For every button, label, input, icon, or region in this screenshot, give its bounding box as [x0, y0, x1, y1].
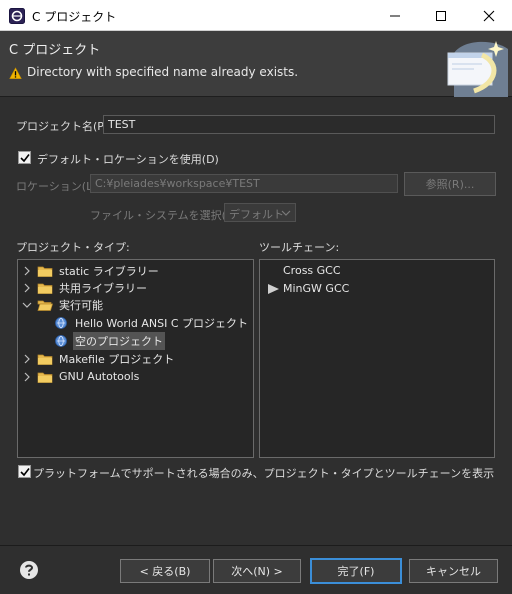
close-button[interactable]: [466, 0, 512, 31]
open-folder-icon: [37, 300, 53, 311]
filesystem-select[interactable]: デフォルト: [224, 203, 296, 222]
back-button[interactable]: < 戻る(B): [120, 559, 210, 583]
help-icon[interactable]: [19, 560, 39, 580]
tree-item-static-library[interactable]: static ライブラリー: [21, 262, 161, 279]
chevron-right-icon[interactable]: [21, 282, 33, 294]
chevron-down-icon: [281, 210, 291, 216]
browse-button[interactable]: 参照(R)...: [404, 172, 496, 196]
page-title: C プロジェクト: [9, 43, 101, 58]
chevron-right-icon[interactable]: [21, 371, 33, 383]
toolchain-item-mingw-gcc[interactable]: MinGW GCC: [267, 280, 351, 297]
project-type-label: プロジェクト・タイプ:: [16, 241, 130, 254]
checkmark-icon: [19, 467, 30, 476]
chevron-right-icon[interactable]: [21, 353, 33, 365]
next-button[interactable]: 次へ(N) >: [213, 559, 301, 583]
eclipse-app-icon: [9, 8, 25, 24]
status-message: Directory with specified name already ex…: [27, 65, 299, 79]
location-input[interactable]: C:¥pleiades¥workspace¥TEST: [90, 174, 398, 193]
supported-only-label[interactable]: プラットフォームでサポートされる場合のみ、プロジェクト・タイプとツールチェーンを…: [33, 465, 494, 481]
title-bar: C プロジェクト: [0, 0, 512, 31]
tree-item-executable[interactable]: 実行可能: [21, 296, 105, 313]
location-label: ロケーション(L):: [16, 180, 101, 193]
cancel-button[interactable]: キャンセル: [409, 559, 498, 583]
new-project-wizard-icon: [447, 41, 508, 97]
folder-icon: [37, 283, 53, 294]
tree-item-hello-world[interactable]: Hello World ANSI C プロジェクト: [53, 314, 250, 331]
filesystem-value: デフォルト: [229, 208, 284, 221]
maximize-icon: [436, 10, 446, 21]
wizard-footer: < 戻る(B) 次へ(N) > 完了(F) キャンセル: [0, 546, 512, 594]
chevron-right-icon[interactable]: [21, 265, 33, 277]
toolchain-label: ツールチェーン:: [259, 241, 340, 254]
project-name-label: プロジェクト名(P):: [16, 120, 112, 133]
close-icon: [483, 10, 495, 21]
window-title: C プロジェクト: [32, 10, 117, 24]
folder-icon: [37, 266, 53, 277]
folder-icon: [37, 372, 53, 383]
toolchain-item-cross-gcc[interactable]: Cross GCC: [267, 262, 343, 279]
chevron-down-icon[interactable]: [21, 299, 33, 311]
filesystem-label: ファイル・システムを選択(Y):: [90, 209, 241, 222]
use-default-location-checkbox[interactable]: [18, 151, 31, 164]
supported-only-checkbox[interactable]: [18, 465, 31, 478]
maximize-button[interactable]: [418, 0, 464, 31]
finish-button[interactable]: 完了(F): [310, 558, 402, 584]
use-default-location-label[interactable]: デフォルト・ロケーションを使用(D): [37, 151, 219, 167]
checkmark-icon: [19, 153, 30, 162]
tree-item-makefile-project[interactable]: Makefile プロジェクト: [21, 350, 176, 367]
c-project-icon: [55, 334, 67, 347]
tree-item-gnu-autotools[interactable]: GNU Autotools: [21, 368, 141, 385]
default-toolchain-marker-icon: [268, 283, 279, 294]
warning-icon: [9, 67, 22, 79]
minimize-icon: [390, 15, 400, 16]
tree-item-empty-project[interactable]: 空のプロジェクト: [53, 331, 165, 350]
wizard-header: C プロジェクト Directory with specified name a…: [0, 31, 512, 97]
folder-icon: [37, 354, 53, 365]
project-name-input[interactable]: TEST: [103, 115, 495, 134]
c-project-icon: [55, 316, 67, 329]
tree-item-shared-library[interactable]: 共用ライブラリー: [21, 279, 149, 296]
minimize-button[interactable]: [372, 0, 418, 31]
toolchain-list[interactable]: Cross GCC MinGW GCC: [259, 259, 495, 458]
project-type-tree[interactable]: static ライブラリー 共用ライブラリー 実行可能 Hello World …: [17, 259, 254, 458]
